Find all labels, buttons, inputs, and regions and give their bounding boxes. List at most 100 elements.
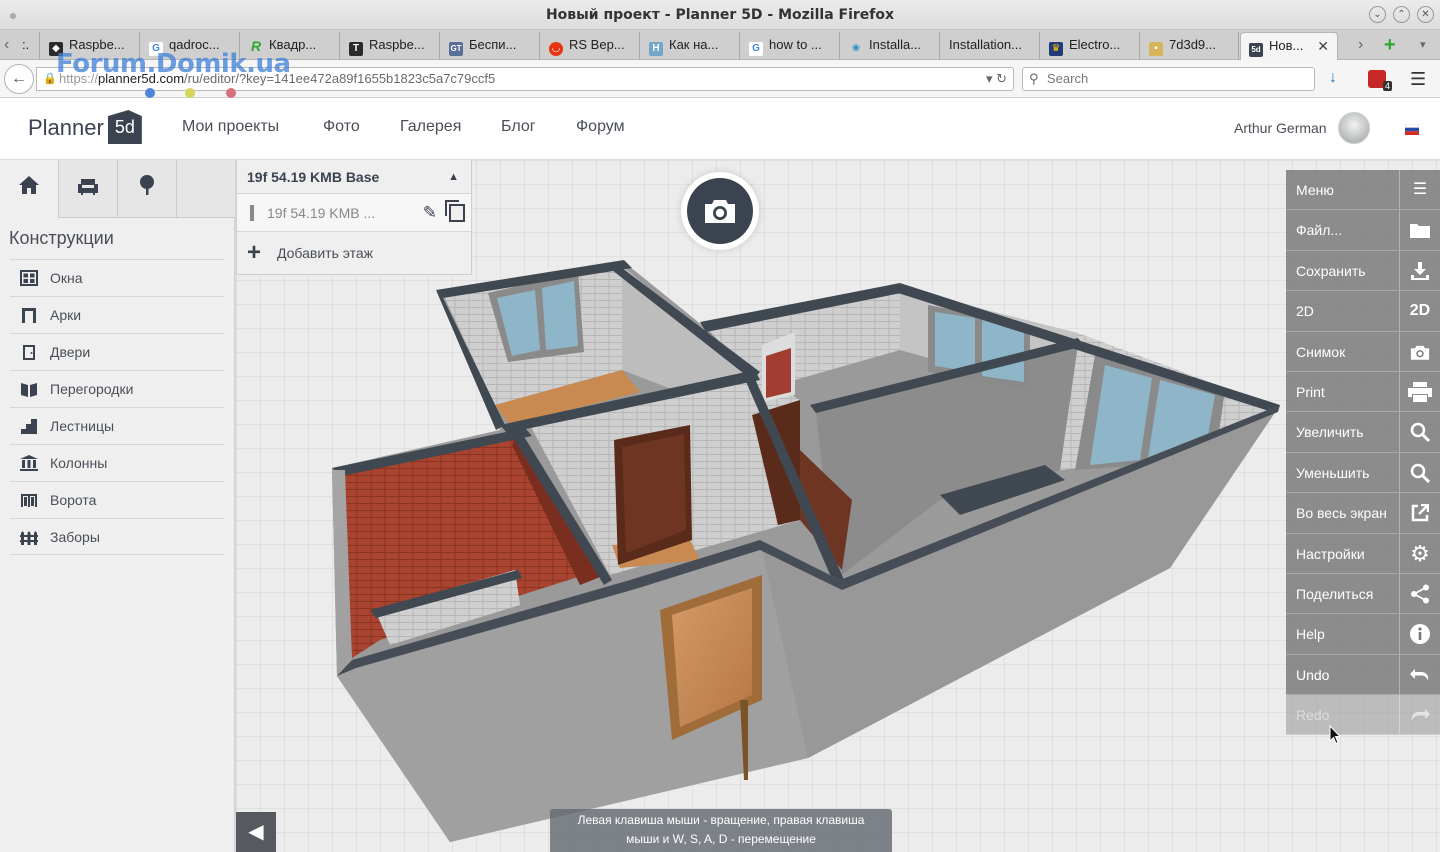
close-window-button[interactable]: ✕ [1417, 6, 1434, 23]
nav-forum[interactable]: Форум [576, 118, 625, 136]
tab-5[interactable]: ◡ RS Вер... [541, 32, 640, 60]
chevron-left-icon: ◀ [248, 821, 264, 843]
watermark-dot [226, 88, 236, 98]
camera-icon [1399, 331, 1440, 371]
tab-favicon-icon: ◡ [549, 42, 563, 56]
nav-gallery[interactable]: Галерея [400, 118, 461, 136]
zoom-out-button[interactable]: Уменьшить [1286, 452, 1440, 494]
watermark-dot [145, 88, 155, 98]
addon-shield-icon[interactable]: 4 [1368, 70, 1392, 91]
lock-icon: 🔒 [43, 73, 57, 85]
add-floor-button[interactable]: + Добавить этаж [237, 232, 471, 274]
save-button[interactable]: Сохранить [1286, 250, 1440, 292]
floor-selector-header[interactable]: 19f 54.19 KMB Base ▲ [237, 160, 471, 194]
avatar[interactable] [1338, 112, 1370, 144]
tab-furniture[interactable] [59, 160, 118, 218]
downloads-icon[interactable]: ↓ [1329, 69, 1337, 87]
tab-12-active[interactable]: 5d Нов... ✕ [1240, 32, 1338, 60]
hamburger-menu-icon[interactable]: ☰ [1410, 69, 1426, 90]
catalog-item-gates[interactable]: Ворота [10, 481, 224, 518]
tab-7[interactable]: Ghow to ... [741, 32, 840, 60]
tab-4[interactable]: GT Беспи... [441, 32, 540, 60]
catalog-item-fences[interactable]: Заборы [10, 518, 224, 555]
tab-9[interactable]: Installation... [941, 32, 1040, 60]
download-icon [1399, 250, 1440, 291]
planner5d-logo[interactable]: Planner 5d [28, 110, 142, 146]
navigation-hint: Левая клавиша мыши - вращение, правая кл… [550, 809, 892, 852]
tabs-scroll-left-button[interactable]: ‹ [4, 34, 9, 56]
drag-handle-icon[interactable] [250, 205, 254, 221]
file-button[interactable]: Файл... [1286, 210, 1440, 251]
addon-badge: 4 [1382, 81, 1392, 91]
print-icon [1399, 371, 1440, 412]
tab-empty [177, 160, 236, 218]
menu-button[interactable]: Меню ☰ [1286, 170, 1440, 211]
fence-icon [20, 531, 38, 545]
catalog-item-partitions[interactable]: Перегородки [10, 370, 224, 407]
zoom-in-button[interactable]: Увеличить [1286, 412, 1440, 453]
window-titlebar: Новый проект - Planner 5D - Mozilla Fire… [0, 0, 1440, 30]
gear-icon: ⚙ [1399, 533, 1440, 573]
zoom-out-icon [1399, 452, 1440, 493]
nav-my-projects[interactable]: Мои проекты [182, 118, 279, 136]
share-button[interactable]: Поделиться [1286, 573, 1440, 615]
folder-icon [1399, 210, 1440, 250]
collapse-panel-button[interactable]: ◀ [236, 812, 276, 852]
tab-11[interactable]: ▪ 7d3d9... [1141, 32, 1239, 60]
snapshot-button[interactable] [681, 172, 759, 250]
plus-icon: + [247, 239, 262, 266]
print-button[interactable]: Print [1286, 371, 1440, 413]
edit-pencil-icon[interactable]: ✎ [423, 194, 437, 232]
catalog-item-windows[interactable]: Окна [10, 259, 224, 296]
nav-blog[interactable]: Блог [501, 118, 536, 136]
home-icon [19, 176, 39, 194]
tab-construction[interactable] [0, 160, 59, 218]
tab-8[interactable]: ❀ Installa... [841, 32, 940, 60]
catalog-tabs [0, 160, 235, 218]
right-toolbar-menu: Меню ☰ Файл... Сохранить 2D 2D Снимок Prin… [1286, 170, 1440, 736]
app-header: Planner 5d Мои проекты Фото Галерея Блог … [0, 98, 1440, 160]
catalog-item-stairs[interactable]: Лестницы [10, 407, 224, 444]
zoom-in-icon [1399, 412, 1440, 452]
redo-button[interactable]: Redo [1286, 695, 1440, 736]
tab-list-button[interactable]: ▾ [1420, 34, 1426, 56]
fullscreen-icon [1399, 493, 1440, 533]
tab-overflow[interactable]: :. [20, 32, 40, 60]
2d-icon: 2D [1399, 291, 1440, 331]
back-button[interactable]: ← [4, 64, 34, 94]
tree-icon [140, 175, 154, 195]
tab-6[interactable]: H Как на... [641, 32, 740, 60]
reload-icon[interactable]: ▾ ↻ [986, 68, 1007, 90]
nav-photo[interactable]: Фото [323, 118, 360, 136]
floor-row[interactable]: 19f 54.19 KMB ... ✎ [237, 194, 471, 232]
tab-3[interactable]: T Raspbe... [341, 32, 440, 60]
tab-close-icon[interactable]: ✕ [1317, 33, 1329, 59]
window-menu-icon[interactable] [10, 13, 16, 19]
russian-flag-icon[interactable] [1405, 124, 1419, 135]
fullscreen-button[interactable]: Во весь экран [1286, 493, 1440, 534]
2d-view-button[interactable]: 2D 2D [1286, 291, 1440, 332]
undo-button[interactable]: Undo [1286, 654, 1440, 696]
watermark-text: Forum.Domik.ua [56, 49, 291, 79]
camera-icon [687, 178, 753, 244]
tab-10[interactable]: ♛ Electro... [1041, 32, 1140, 60]
catalog-item-doors[interactable]: Двери [10, 333, 224, 370]
info-icon [1399, 614, 1440, 654]
copy-icon[interactable] [445, 200, 465, 222]
help-button[interactable]: Help [1286, 614, 1440, 655]
maximize-button[interactable]: ⌃ [1393, 6, 1410, 23]
catalog-heading: Конструкции [9, 228, 114, 248]
tab-outdoor[interactable] [118, 160, 177, 218]
minimize-button[interactable]: ⌄ [1369, 6, 1386, 23]
search-input[interactable]: ⚲ Search [1022, 67, 1315, 91]
tab-favicon-icon: G [749, 42, 763, 56]
new-tab-button[interactable]: + [1384, 34, 1396, 56]
settings-button[interactable]: Настройки ⚙ [1286, 533, 1440, 574]
catalog-item-arches[interactable]: Арки [10, 296, 224, 333]
user-name[interactable]: Arthur German [1234, 120, 1327, 136]
collapse-triangle-icon[interactable]: ▲ [448, 160, 459, 194]
snapshot-menu-button[interactable]: Снимок [1286, 331, 1440, 372]
catalog-item-columns[interactable]: Колонны [10, 444, 224, 481]
tabs-scroll-right-button[interactable]: › [1358, 34, 1363, 56]
tab-favicon-icon: 5d [1249, 43, 1263, 57]
